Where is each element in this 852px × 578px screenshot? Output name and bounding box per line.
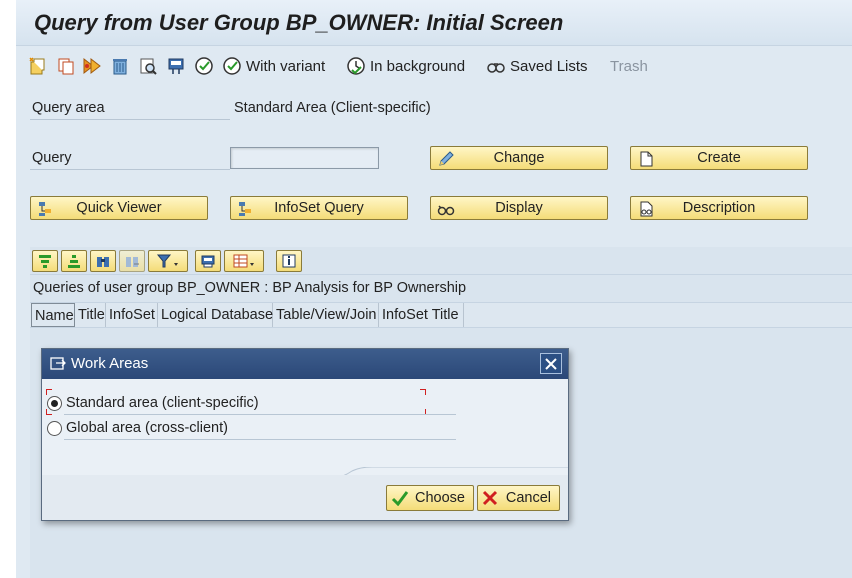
execute-icon[interactable] [82, 54, 102, 78]
execute-clock-icon[interactable] [194, 54, 214, 78]
alv-toolbar [30, 247, 852, 275]
column-header-table-view-join[interactable]: Table/View/Join [273, 303, 379, 327]
radio-standard-area-label: Standard area (client-specific) [66, 395, 259, 411]
cancel-label: Cancel [505, 490, 551, 506]
dialog-window-icon [50, 357, 66, 370]
column-header-infoset[interactable]: InfoSet [106, 303, 158, 327]
left-strip [0, 0, 16, 578]
infoset-query-button[interactable]: InfoSet Query [230, 196, 408, 220]
application-toolbar: With variant In background Saved Lists T… [16, 47, 852, 85]
with-variant-button[interactable]: With variant [222, 54, 325, 78]
trash-button[interactable]: Trash [610, 54, 648, 78]
choose-button[interactable]: Choose [386, 485, 474, 511]
change-button[interactable]: Change [430, 146, 608, 170]
filter-icon[interactable] [148, 250, 188, 272]
focus-corner [420, 389, 426, 395]
title-bar: Query from User Group BP_OWNER: Initial … [16, 0, 852, 46]
query-label: Query [32, 150, 72, 166]
option-underline [64, 414, 456, 415]
description-button[interactable]: Description [630, 196, 808, 220]
trash-label: Trash [610, 57, 648, 75]
change-label: Change [493, 150, 545, 166]
column-header-infoset-title[interactable]: InfoSet Title [379, 303, 464, 327]
print-icon[interactable] [166, 54, 186, 78]
work-areas-dialog: Work Areas Standard area (client-specifi… [41, 348, 569, 521]
dialog-title: Work Areas [71, 355, 149, 372]
query-area-underline [30, 119, 230, 120]
new-document-icon[interactable] [28, 54, 48, 78]
dialog-footer: Choose Cancel [42, 475, 568, 520]
radio-standard-area[interactable]: Standard area (client-specific) [47, 392, 259, 414]
with-variant-label: With variant [246, 57, 326, 75]
sort-ascending-icon[interactable] [32, 250, 58, 272]
query-area-value: Standard Area (Client-specific) [234, 100, 431, 116]
print-preview-icon[interactable] [195, 250, 221, 272]
query-list-title: Queries of user group BP_OWNER : BP Anal… [33, 280, 467, 296]
cancel-icon [482, 490, 498, 506]
create-label: Create [697, 150, 741, 166]
create-button[interactable]: Create [630, 146, 808, 170]
close-icon [545, 357, 557, 370]
check-icon [391, 491, 409, 506]
in-background-label: In background [370, 57, 466, 75]
layout-icon[interactable] [224, 250, 264, 272]
close-button[interactable] [540, 353, 562, 374]
quick-viewer-button[interactable]: Quick Viewer [30, 196, 208, 220]
query-area-label: Query area [32, 100, 105, 116]
radio-button[interactable] [47, 395, 62, 411]
radio-global-area[interactable]: Global area (cross-client) [47, 417, 228, 439]
query-list-header: Name Title InfoSet Logical Database Tabl… [30, 302, 852, 328]
quick-viewer-label: Quick Viewer [76, 200, 162, 216]
find-binoculars-icon[interactable] [90, 250, 116, 272]
description-label: Description [682, 200, 756, 216]
column-header-logical-database[interactable]: Logical Database [158, 303, 273, 327]
find-icon[interactable] [138, 54, 158, 78]
column-header-name[interactable]: Name [31, 303, 75, 327]
display-button[interactable]: Display [430, 196, 608, 220]
in-background-button[interactable]: In background [346, 54, 465, 78]
dialog-title-bar[interactable]: Work Areas [42, 349, 568, 379]
cancel-button[interactable]: Cancel [477, 485, 560, 511]
radio-global-area-label: Global area (cross-client) [66, 420, 228, 436]
query-underline [30, 169, 230, 170]
sort-descending-icon[interactable] [61, 250, 87, 272]
find-next-icon[interactable] [119, 250, 145, 272]
radio-button[interactable] [47, 420, 62, 436]
copy-icon[interactable] [56, 54, 76, 78]
delete-icon[interactable] [110, 54, 130, 78]
info-icon[interactable] [276, 250, 302, 272]
infoset-query-label: InfoSet Query [274, 200, 364, 216]
column-header-title[interactable]: Title [75, 303, 106, 327]
display-label: Display [495, 200, 543, 216]
query-input[interactable] [230, 147, 379, 169]
option-underline [64, 439, 456, 440]
saved-lists-button[interactable]: Saved Lists [486, 54, 588, 78]
saved-lists-label: Saved Lists [510, 57, 588, 75]
choose-label: Choose [415, 490, 465, 506]
page-title: Query from User Group BP_OWNER: Initial … [34, 10, 564, 35]
